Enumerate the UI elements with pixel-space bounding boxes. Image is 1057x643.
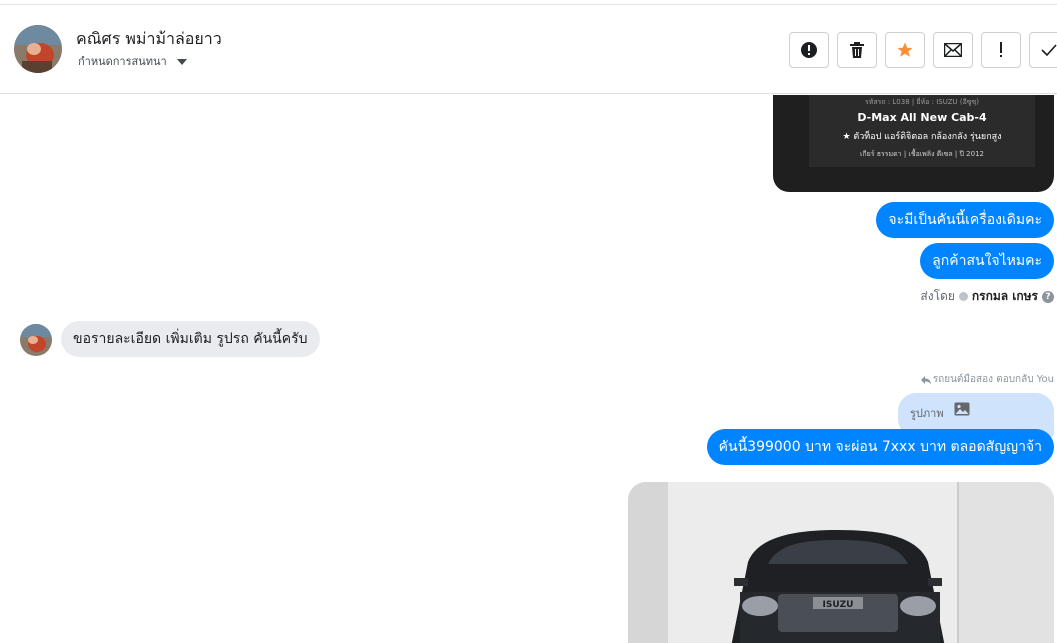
car-listing-card[interactable]: รหัสรถ : L038 | ยี่ห้อ : ISUZU (อีซูซุ) …	[773, 95, 1054, 192]
sent-by-name[interactable]: กรกมล เกษร	[972, 287, 1038, 306]
delete-button[interactable]	[837, 32, 877, 68]
star-button[interactable]	[885, 32, 925, 68]
car-listing-subtitle: ★ ตัวท็อป แอร์ดิจิตอล กล้องกลัง รุ่นยกสู…	[842, 132, 1002, 142]
contact-name: คณิศร พม่าม้าล่อยาว	[76, 29, 222, 48]
sent-by-line: ส่งโดย กรกมล เกษร ?	[920, 287, 1054, 306]
reply-indicator: รถยนต์มือสอง ตอบกลับ You	[920, 372, 1054, 387]
reply-arrow-icon	[920, 375, 931, 384]
star-icon	[897, 42, 913, 57]
email-button[interactable]	[933, 32, 973, 68]
car-brand-text: ISUZU	[823, 600, 854, 610]
outgoing-message[interactable]: คันนี้399000 บาท จะผ่อน 7xxx บาท ตลอดสัญ…	[706, 429, 1054, 465]
incoming-message[interactable]: ขอรายละเอียด เพิ่มเติม รูปรถ คันนี้ครับ	[61, 321, 320, 357]
assign-conversation-dropdown[interactable]: กำหนดการสนทนา	[78, 52, 187, 70]
car-listing-specs: เกียร์ ธรรมดา | เชื้อเพลิง ดีเซล | ปี 20…	[860, 150, 984, 158]
mark-done-button[interactable]	[1029, 32, 1057, 68]
assign-label: กำหนดการสนทนา	[78, 55, 167, 68]
image-icon	[954, 402, 970, 416]
trash-icon	[850, 42, 864, 58]
caret-down-icon	[176, 58, 187, 65]
report-icon	[801, 42, 817, 58]
reply-indicator-text: รถยนต์มือสอง ตอบกลับ You	[932, 374, 1054, 385]
sender-avatar[interactable]	[20, 324, 52, 356]
envelope-icon	[944, 43, 962, 57]
message-thread[interactable]: รหัสรถ : L038 | ยี่ห้อ : ISUZU (อีซูซุ) …	[0, 95, 1057, 643]
agent-status-icon	[958, 292, 968, 301]
help-icon[interactable]: ?	[1042, 290, 1054, 303]
sent-by-prefix: ส่งโดย	[920, 289, 955, 303]
car-listing-panel: รหัสรถ : L038 | ยี่ห้อ : ISUZU (อีซูซุ) …	[809, 95, 1035, 167]
conversation-header: คณิศร พม่าม้าล่อยาว กำหนดการสนทนา	[0, 4, 1057, 94]
mark-important-button[interactable]	[981, 32, 1021, 68]
outgoing-message[interactable]: ลูกค้าสนใจไหมคะ	[920, 243, 1054, 279]
check-icon	[1041, 44, 1057, 56]
car-photo-attachment[interactable]: ISUZU	[628, 482, 1054, 643]
contact-avatar[interactable]	[14, 25, 62, 73]
exclamation-icon	[1000, 42, 1002, 57]
messenger-app: คณิศร พม่าม้าล่อยาว กำหนดการสนทนา รหัสรถ…	[0, 0, 1057, 643]
car-listing-title: D-Max All New Cab-4	[857, 111, 987, 124]
car-listing-meta: รหัสรถ : L038 | ยี่ห้อ : ISUZU (อีซูซุ)	[864, 98, 980, 106]
header-actions	[789, 32, 1057, 68]
quoted-label: รูปภาพ	[910, 407, 944, 420]
outgoing-message[interactable]: จะมีเป็นคันนี้เครื่องเดิมคะ	[876, 202, 1054, 238]
report-button[interactable]	[789, 32, 829, 68]
